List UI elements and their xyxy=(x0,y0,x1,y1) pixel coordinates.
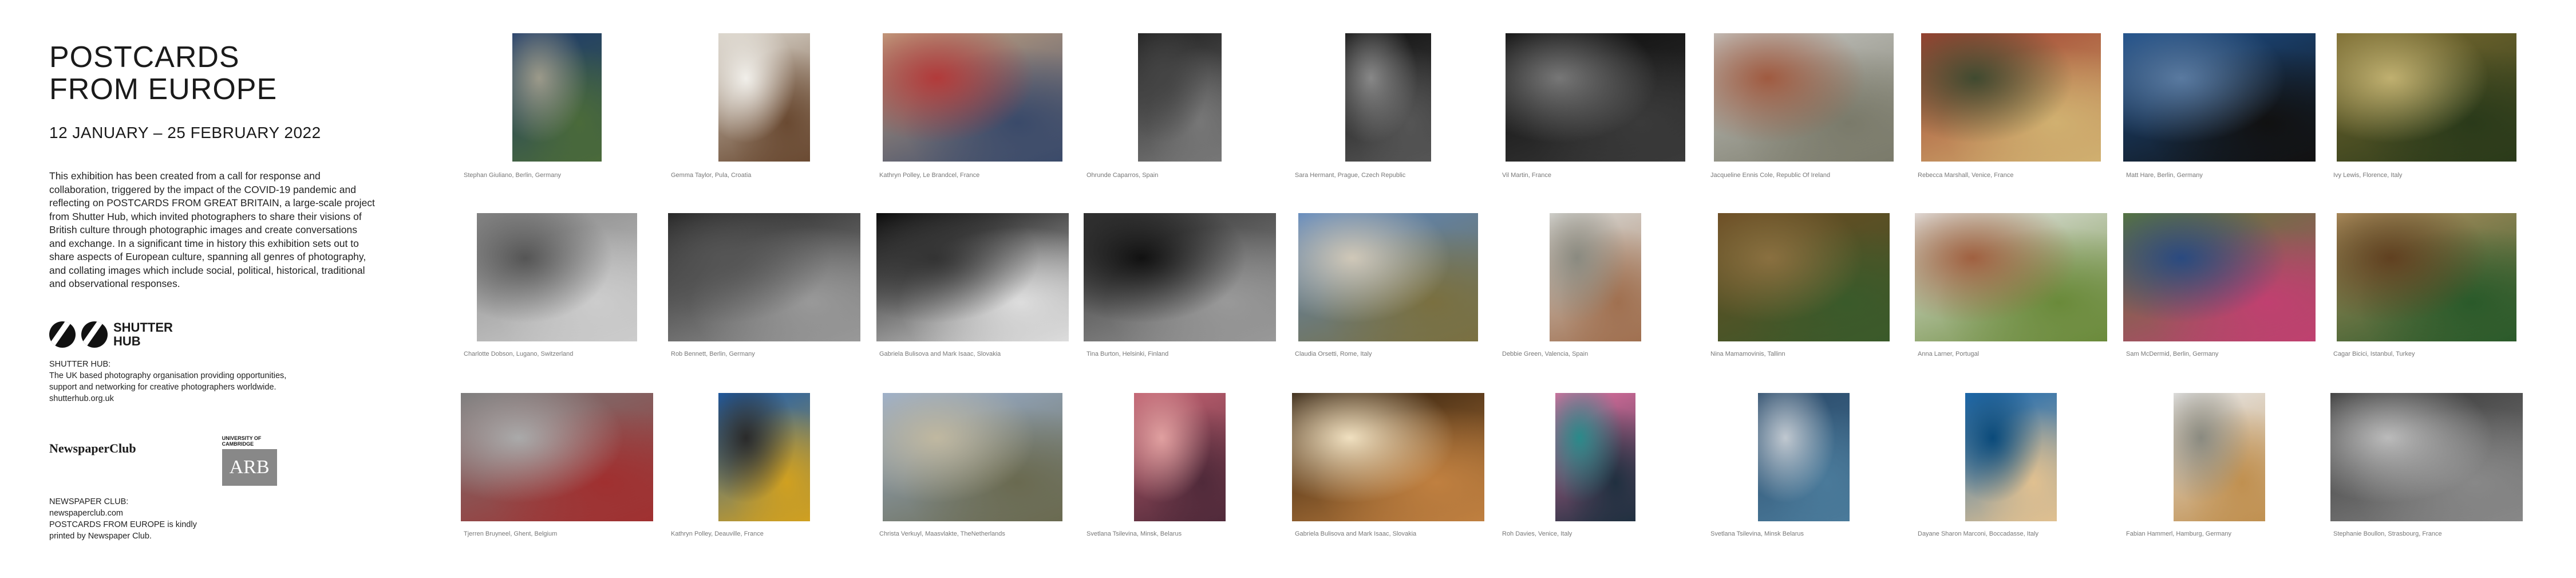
photo-caption: Tina Burton, Helsinki, Finland xyxy=(1086,351,1169,357)
photo-caption: Dayane Sharon Marconi, Boccadasse, Italy xyxy=(1918,530,2038,537)
photo-caption: Svetlana Tsilevina, Minsk, Belarus xyxy=(1086,530,1182,537)
photo-caption: Ivy Lewis, Florence, Italy xyxy=(2333,172,2403,179)
shutter-hub-url[interactable]: shutterhub.org.uk xyxy=(49,393,393,404)
shutter-hub-logo-icon xyxy=(49,321,76,348)
title-line-2: FROM EUROPE xyxy=(49,73,278,106)
photo-29 xyxy=(2174,393,2265,521)
shutter-hub-info: SHUTTER HUB: The UK based photography or… xyxy=(49,359,393,404)
shutter-hub-logo-text: SHUTTER HUB xyxy=(113,320,173,348)
photo-15 xyxy=(1298,213,1478,341)
photo-26 xyxy=(1555,393,1635,521)
shutter-hub-text: The UK based photography organisation pr… xyxy=(49,371,287,392)
photo-caption: Vil Martin, France xyxy=(1502,172,1551,179)
photo-23 xyxy=(883,393,1062,521)
newspaper-club-logo: NewspaperClub xyxy=(49,441,136,455)
photo-caption: Nina Mamamovinis, Tallinn xyxy=(1710,351,1785,357)
info-column: POSTCARDS FROM EUROPE 12 JANUARY – 25 FE… xyxy=(49,41,393,542)
photo-22 xyxy=(718,393,810,521)
newspaper-club-credit: POSTCARDS FROM EUROPE is kindly printed … xyxy=(49,520,197,541)
photo-11 xyxy=(477,213,637,341)
photo-25 xyxy=(1292,393,1484,521)
photo-10 xyxy=(2337,33,2516,162)
photo-caption: Matt Hare, Berlin, Germany xyxy=(2126,172,2203,179)
photo-caption: Charlotte Dobson, Lugano, Switzerland xyxy=(464,351,574,357)
photo-caption: Rob Bennett, Berlin, Germany xyxy=(671,351,755,357)
photo-14 xyxy=(1084,213,1276,341)
shutter-hub-logo: SHUTTER HUB xyxy=(49,320,393,348)
photo-caption: Sam McDermid, Berlin, Germany xyxy=(2126,351,2219,357)
photo-caption: Gabriela Bulisova and Mark Isaac, Slovak… xyxy=(879,351,1001,357)
photo-caption: Roh Davies, Venice, Italy xyxy=(1502,530,1573,537)
photo-caption: Gemma Taylor, Pula, Croatia xyxy=(671,172,752,179)
photo-caption: Claudia Orsetti, Rome, Italy xyxy=(1295,351,1372,357)
photo-19 xyxy=(2123,213,2316,341)
photo-7 xyxy=(1714,33,1894,162)
photo-caption: Stephan Giuliano, Berlin, Germany xyxy=(464,172,561,179)
photo-caption: Svetlana Tsilevina, Minsk Belarus xyxy=(1710,530,1804,537)
photo-3 xyxy=(883,33,1062,162)
photo-caption: Stephanie Boullon, Strasbourg, France xyxy=(2333,530,2442,537)
photo-caption: Fabian Hammerl, Hamburg, Germany xyxy=(2126,530,2232,537)
shutter-hub-heading: SHUTTER HUB: xyxy=(49,359,111,369)
photo-9 xyxy=(2123,33,2316,162)
photo-6 xyxy=(1506,33,1685,162)
photo-caption: Debbie Green, Valencia, Spain xyxy=(1502,351,1589,357)
photo-caption: Kathryn Polley, Deauville, France xyxy=(671,530,764,537)
photo-caption: Ohrunde Caparros, Spain xyxy=(1086,172,1159,179)
photo-18 xyxy=(1915,213,2107,341)
arb-university-label: UNIVERSITY OF CAMBRIDGE xyxy=(222,435,262,447)
photo-caption: Rebecca Marshall, Venice, France xyxy=(1918,172,2014,179)
photo-caption: Christa Verkuyl, Maasvlakte, TheNetherla… xyxy=(879,530,1005,537)
exhibition-description: This exhibition has been created from a … xyxy=(49,170,375,289)
photo-28 xyxy=(1965,393,2057,521)
photo-caption: Sara Hermant, Prague, Czech Republic xyxy=(1295,172,1406,179)
newspaper-club-heading: NEWSPAPER CLUB: xyxy=(49,497,129,506)
photo-21 xyxy=(461,393,653,521)
newspaper-club-url[interactable]: newspaperclub.com xyxy=(49,508,393,519)
photo-caption: Anna Larner, Portugal xyxy=(1918,351,1980,357)
photo-caption: Cagar Bicici, Istanbul, Turkey xyxy=(2333,351,2415,357)
photo-8 xyxy=(1921,33,2101,162)
partner-logos: NewspaperClub UNIVERSITY OF CAMBRIDGE ARB xyxy=(49,435,393,486)
photo-caption: Jacqueline Ennis Cole, Republic Of Irela… xyxy=(1710,172,1831,179)
photo-2 xyxy=(718,33,810,162)
photo-caption: Gabriela Bulisova and Mark Isaac, Slovak… xyxy=(1295,530,1417,537)
photo-24 xyxy=(1134,393,1226,521)
newspaper-club-info: NEWSPAPER CLUB: newspaperclub.com POSTCA… xyxy=(49,496,393,542)
shutter-hub-logo-icon xyxy=(81,321,108,348)
photo-caption: Tjerren Bruyneel, Ghent, Belgium xyxy=(464,530,558,537)
photo-20 xyxy=(2337,213,2516,341)
photo-16 xyxy=(1550,213,1641,341)
photo-12 xyxy=(668,213,860,341)
exhibition-title: POSTCARDS FROM EUROPE xyxy=(49,41,393,105)
exhibition-dates: 12 JANUARY – 25 FEBRUARY 2022 xyxy=(49,124,321,141)
arb-mark: ARB xyxy=(222,449,277,486)
photo-caption: Kathryn Polley, Le Brandcel, France xyxy=(879,172,980,179)
photo-17 xyxy=(1718,213,1890,341)
photo-27 xyxy=(1758,393,1850,521)
photo-4 xyxy=(1138,33,1222,162)
title-line-1: POSTCARDS xyxy=(49,41,240,74)
photo-5 xyxy=(1345,33,1431,162)
photo-13 xyxy=(876,213,1069,341)
photo-1 xyxy=(512,33,602,162)
photo-30 xyxy=(2330,393,2523,521)
arb-logo: UNIVERSITY OF CAMBRIDGE ARB xyxy=(222,435,277,486)
